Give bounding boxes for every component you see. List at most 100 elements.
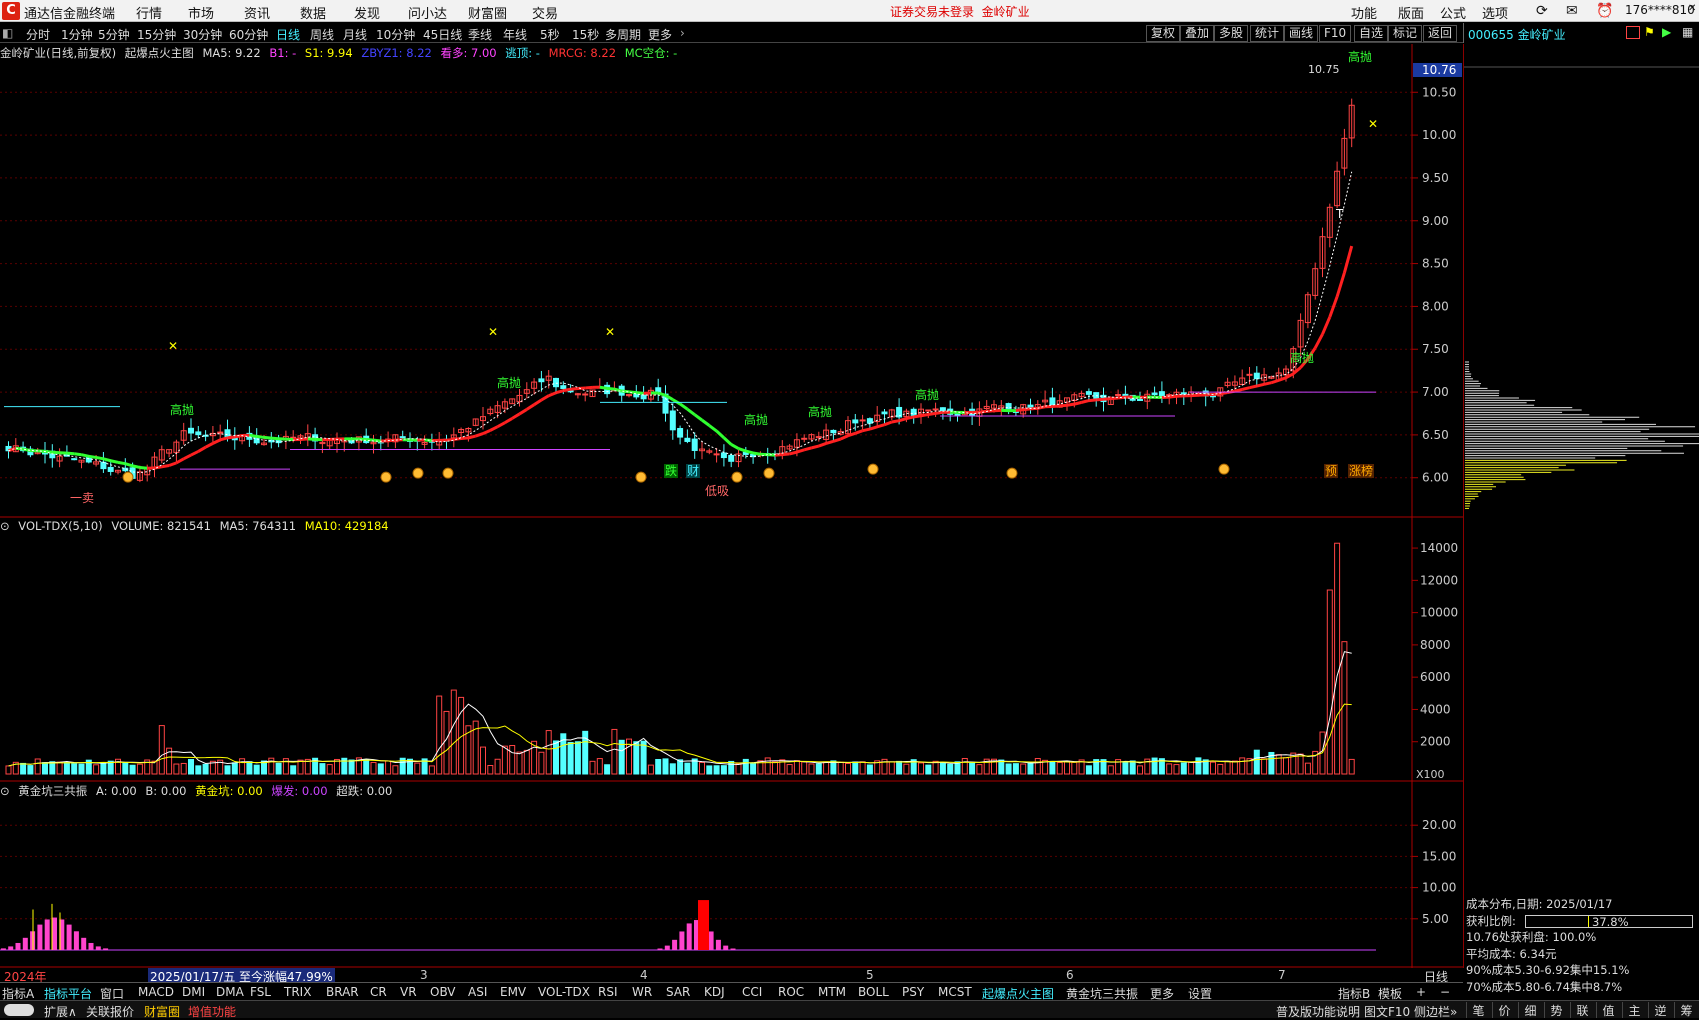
- side-tab-7[interactable]: 逆: [1648, 1002, 1672, 1018]
- menu-item-7[interactable]: 交易: [532, 3, 558, 22]
- period-tab-11[interactable]: 季线: [468, 26, 492, 43]
- user-id[interactable]: 176****810: [1625, 3, 1695, 17]
- toolbar-button-0[interactable]: 复权: [1146, 25, 1180, 42]
- bottom-tab-7[interactable]: TRIX: [284, 985, 311, 999]
- toolbar-button-4[interactable]: 画线: [1284, 25, 1318, 42]
- toolbar-button-3[interactable]: 统计: [1250, 25, 1284, 42]
- panel-stock-code[interactable]: 000655 金岭矿业: [1468, 26, 1566, 43]
- toolbar-button-2[interactable]: 多股: [1214, 25, 1248, 42]
- side-tab-0[interactable]: 笔: [1466, 1002, 1490, 1018]
- bottom-tab-19[interactable]: CCI: [742, 985, 762, 999]
- period-tab-10[interactable]: 45日线: [423, 26, 462, 43]
- period-tab-13[interactable]: 5秒: [540, 26, 560, 43]
- ind-legend-icon[interactable]: ⊙: [0, 784, 10, 798]
- bottom-tab-5[interactable]: DMA: [216, 985, 244, 999]
- side-tab-5[interactable]: 值: [1596, 1002, 1620, 1018]
- bottom-tab-10[interactable]: VR: [400, 985, 417, 999]
- bottom-tab-9[interactable]: CR: [370, 985, 387, 999]
- login-warning[interactable]: 证券交易未登录 金岭矿业: [890, 3, 1030, 20]
- layout-icon[interactable]: [1626, 26, 1640, 39]
- bottom-tab-24[interactable]: MCST: [938, 985, 972, 999]
- status-left-3[interactable]: 增值功能: [188, 1003, 236, 1020]
- flag-icon[interactable]: ⚑: [1644, 25, 1655, 39]
- period-tab-7[interactable]: 周线: [310, 26, 334, 43]
- side-tab-2[interactable]: 细: [1518, 1002, 1542, 1018]
- right-menu-item-0[interactable]: 功能: [1351, 3, 1377, 22]
- period-tab-5[interactable]: 60分钟: [229, 26, 268, 43]
- period-tab-15[interactable]: 多周期: [605, 26, 641, 43]
- kline-canvas[interactable]: 10.5010.009.509.008.508.007.507.006.506.…: [0, 44, 1463, 518]
- bottom-tab-21[interactable]: MTM: [818, 985, 846, 999]
- bottom-right-3[interactable]: −: [1440, 985, 1450, 999]
- bottom-tab-4[interactable]: DMI: [182, 985, 205, 999]
- status-right-2[interactable]: 侧边栏»: [1414, 1003, 1457, 1020]
- menu-item-4[interactable]: 发现: [354, 3, 380, 22]
- status-left-0[interactable]: 扩展∧: [44, 1003, 77, 1020]
- bottom-tab-12[interactable]: ASI: [468, 985, 487, 999]
- period-tab-1[interactable]: 1分钟: [61, 26, 93, 43]
- side-tab-8[interactable]: 筹: [1674, 1002, 1698, 1018]
- grid-icon[interactable]: ▦: [1682, 25, 1693, 39]
- status-left-2[interactable]: 财富圈: [144, 1003, 180, 1020]
- bottom-tab-20[interactable]: ROC: [778, 985, 804, 999]
- bottom-tab-3[interactable]: MACD: [138, 985, 174, 999]
- menu-item-2[interactable]: 资讯: [244, 3, 270, 22]
- period-tab-16[interactable]: 更多: [648, 26, 672, 43]
- bottom-tab-13[interactable]: EMV: [500, 985, 526, 999]
- volume-canvas[interactable]: 1400012000100008000600040002000X100: [0, 518, 1463, 782]
- right-menu-item-2[interactable]: 公式: [1440, 3, 1466, 22]
- bottom-tab-17[interactable]: SAR: [666, 985, 690, 999]
- bottom-tab-15[interactable]: RSI: [598, 985, 618, 999]
- toolbar-button-7[interactable]: 标记: [1388, 25, 1422, 42]
- menu-item-1[interactable]: 市场: [188, 3, 214, 22]
- right-menu-item-1[interactable]: 版面: [1398, 3, 1424, 22]
- volume-chart[interactable]: 1400012000100008000600040002000X100 ⊙ VO…: [0, 518, 1412, 782]
- period-tab-6[interactable]: 日线: [276, 26, 300, 43]
- menu-item-3[interactable]: 数据: [300, 3, 326, 22]
- side-tab-3[interactable]: 势: [1544, 1002, 1568, 1018]
- side-tab-1[interactable]: 价: [1492, 1002, 1516, 1018]
- status-right-0[interactable]: 普及版功能说明: [1276, 1003, 1360, 1020]
- bottom-tab-6[interactable]: FSL: [250, 985, 271, 999]
- status-left-1[interactable]: 关联报价: [86, 1003, 134, 1020]
- play-icon[interactable]: ▶: [1662, 25, 1671, 39]
- toolbar-button-8[interactable]: 返回: [1423, 25, 1457, 42]
- bottom-tab-8[interactable]: BRAR: [326, 985, 359, 999]
- bottom-tab-18[interactable]: KDJ: [704, 985, 725, 999]
- bottom-right-2[interactable]: +: [1416, 985, 1426, 999]
- close-icon[interactable]: ✕: [1688, 3, 1696, 14]
- menu-item-5[interactable]: 问小达: [408, 3, 447, 22]
- bottom-tab-16[interactable]: WR: [632, 985, 652, 999]
- indicator-chart[interactable]: 20.0015.0010.005.00 ⊙ 黄金坑三共振 A: 0.00 B: …: [0, 782, 1412, 968]
- period-tab-12[interactable]: 年线: [503, 26, 527, 43]
- more-chevron-icon[interactable]: ›: [680, 26, 685, 40]
- period-tab-4[interactable]: 30分钟: [183, 26, 222, 43]
- bottom-tab-23[interactable]: PSY: [902, 985, 924, 999]
- period-tab-8[interactable]: 月线: [343, 26, 367, 43]
- toolbar-button-5[interactable]: F10: [1319, 25, 1351, 42]
- toggle-switch[interactable]: [4, 1004, 34, 1016]
- period-tab-3[interactable]: 15分钟: [137, 26, 176, 43]
- side-tab-4[interactable]: 联: [1570, 1002, 1594, 1018]
- period-tab-2[interactable]: 5分钟: [98, 26, 130, 43]
- toolbar-button-1[interactable]: 叠加: [1180, 25, 1214, 42]
- menu-item-0[interactable]: 行情: [136, 3, 162, 22]
- bottom-tab-14[interactable]: VOL-TDX: [538, 985, 590, 999]
- kline-chart[interactable]: 金岭矿业(日线,前复权) 起爆点火主图 MA5: 9.22 B1: - S1: …: [0, 44, 1412, 518]
- period-tab-0[interactable]: 分时: [26, 26, 50, 43]
- status-right-1[interactable]: 图文F10: [1364, 1003, 1410, 1020]
- period-tab-9[interactable]: 10分钟: [376, 26, 415, 43]
- right-menu-item-3[interactable]: 选项: [1482, 3, 1508, 22]
- side-tab-6[interactable]: 主: [1622, 1002, 1646, 1018]
- refresh-icon[interactable]: ⟳: [1536, 3, 1548, 19]
- vol-legend-icon[interactable]: ⊙: [0, 519, 10, 533]
- indicator-canvas[interactable]: 20.0015.0010.005.00: [0, 782, 1463, 968]
- alarm-icon[interactable]: ⏰: [1596, 3, 1613, 19]
- period-tab-14[interactable]: 15秒: [572, 26, 599, 43]
- menu-item-6[interactable]: 财富圈: [468, 3, 507, 22]
- sidebar-toggle-icon[interactable]: ◧: [2, 26, 13, 40]
- bottom-tab-11[interactable]: OBV: [430, 985, 456, 999]
- message-icon[interactable]: ✉: [1566, 3, 1578, 19]
- bottom-tab-22[interactable]: BOLL: [858, 985, 889, 999]
- toolbar-button-6[interactable]: 自选: [1354, 25, 1388, 42]
